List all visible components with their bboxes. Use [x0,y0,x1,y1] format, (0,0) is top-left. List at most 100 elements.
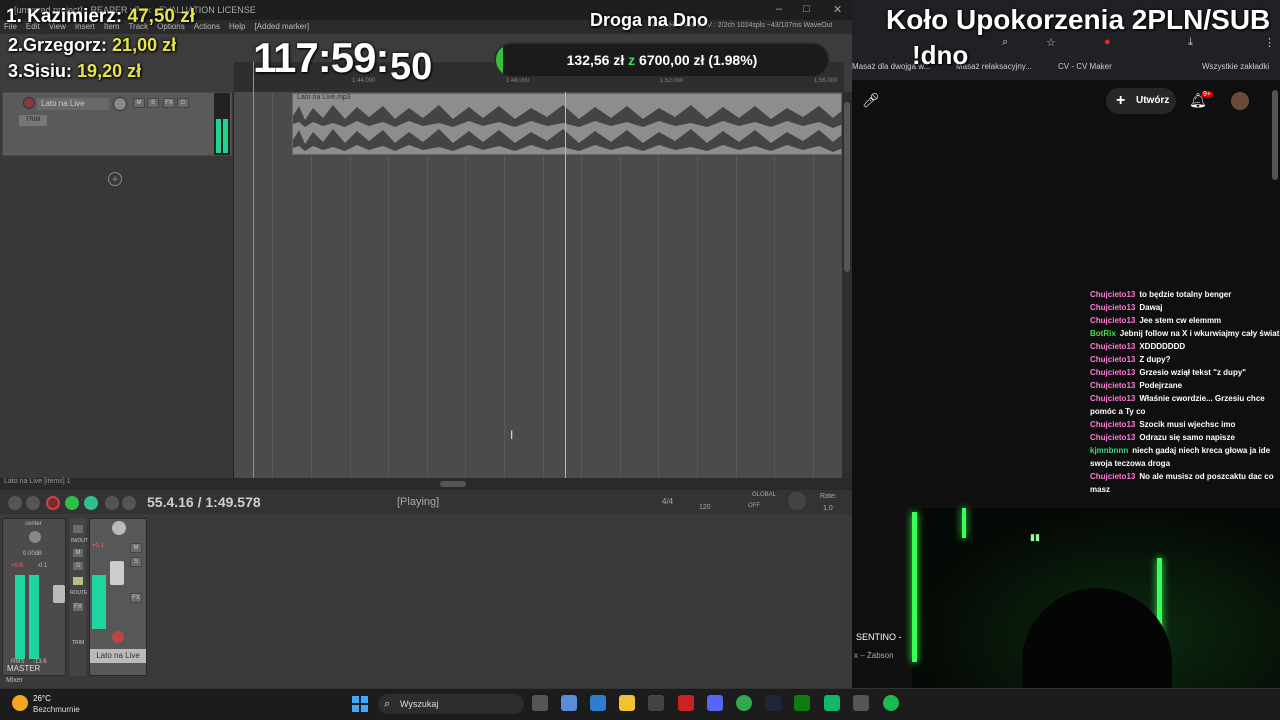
global-off[interactable]: OFF [748,503,760,509]
chat-message: Chujcieto13 Szocik musi wjechsc imo [1090,418,1280,431]
chat-text: to będzie totalny benger [1139,290,1232,299]
track-rec-arm[interactable] [112,631,124,643]
steam-icon[interactable] [765,695,781,711]
chat-text: Jebnij follow na X i wkurwiajmy cały świ… [1119,329,1280,338]
weather-description[interactable]: Bezchmurnie [33,705,80,714]
master-mute-button[interactable]: M [72,548,84,558]
leader-name: 1. Kazimierz: [6,6,123,27]
spotify-icon[interactable] [883,695,899,711]
master-fx-button[interactable]: FX [72,602,84,612]
solo-button[interactable]: S [147,98,159,108]
chat-message: Chujcieto13 XDDDDDDD [1090,340,1280,353]
master-io-button[interactable] [72,524,84,534]
chat-username: Chujcieto13 [1090,316,1136,325]
master-meter-left [15,575,25,659]
wheel-goal-title: Koło Upokorzenia 2PLN/SUB [886,4,1271,35]
master-label: MASTER [7,664,41,673]
chat-text: Z dupy? [1139,355,1171,364]
store-icon[interactable] [590,695,606,711]
bookmark[interactable]: CV - CV Maker [1058,62,1112,71]
track-fx-button[interactable]: FX [130,593,142,603]
discord-icon[interactable] [707,695,723,711]
track-name[interactable]: Lato na Live [37,98,109,110]
avatar[interactable] [1231,92,1249,110]
time-position[interactable]: 55.4.16 / 1:49.578 [147,494,261,510]
chat-username: Chujcieto13 [1090,303,1136,312]
vertical-scrollbar[interactable] [842,92,852,478]
items-label: Lato na Live [items] 1 [4,478,71,485]
file-explorer-icon[interactable] [619,695,635,711]
record-button[interactable] [46,496,60,510]
track-fader[interactable] [110,561,124,585]
menu-icon[interactable]: ⋮ [1264,36,1275,49]
record-arm-button[interactable] [23,97,35,109]
page-scrollbar[interactable] [1272,90,1278,180]
track-mute-button[interactable]: M [130,543,142,553]
chat-text: Szocik musi wjechsc imo [1139,420,1236,429]
download-icon[interactable]: ⤓ [1188,36,1193,49]
master-pan-knob[interactable] [29,531,41,543]
search-placeholder: Wyszukaj [400,699,439,709]
track-header[interactable]: Lato na Live M S FX ⏻ TRIM [2,92,232,156]
taskbar [0,688,1280,720]
horizontal-scrollbar[interactable]: Lato na Live [items] 1 [0,478,852,490]
donation-goal: 6700,00 zł [639,52,705,68]
extension-icon[interactable]: ● [1104,36,1111,48]
windows-start-icon[interactable] [352,696,368,712]
bookmark-all[interactable]: Wszystkie zakładki [1202,62,1269,71]
app-icon[interactable] [648,695,664,711]
master-solo-button[interactable]: S [72,561,84,571]
chrome-icon[interactable] [736,695,752,711]
menu-last-action: [Added marker] [254,22,310,31]
time-signature[interactable]: 4/4 [662,497,673,506]
play-button[interactable] [65,496,79,510]
close-icon[interactable]: ✕ [833,3,842,16]
master-route-icon[interactable] [72,576,84,586]
weather-sun-icon[interactable] [12,695,28,711]
maximize-icon[interactable]: □ [803,3,810,15]
taskbar-search[interactable]: ⌕ Wyszukaj [378,694,524,714]
lastpass-icon[interactable] [678,695,694,711]
mute-button[interactable]: M [133,98,145,108]
app-icon[interactable] [824,695,840,711]
playrate-knob[interactable] [788,492,806,510]
copilot-icon[interactable] [561,695,577,711]
star-icon[interactable]: ☆ [1046,36,1056,49]
playhead[interactable] [565,92,566,478]
track-solo-button[interactable]: S [130,557,142,567]
xbox-icon[interactable] [794,695,810,711]
create-button[interactable]: + Utwórz [1106,88,1176,114]
pause-button[interactable] [122,496,136,510]
volume-knob[interactable] [113,97,127,111]
task-view-icon[interactable] [532,695,548,711]
fx-button[interactable]: FX [163,98,175,108]
phase-button[interactable]: ⏻ [177,98,189,108]
mixer-tab[interactable]: Mixer [6,677,23,684]
rewind-icon[interactable] [26,496,40,510]
chat-message: Chujcieto13 Grzesio wziął tekst "z dupy" [1090,366,1280,379]
zoom-icon[interactable]: ⌕ [1002,36,1008,49]
tempo[interactable]: 120 [699,504,711,511]
rate-value[interactable]: 1.0 [823,505,833,512]
weather-temperature[interactable]: 26°C [33,694,51,703]
chat-username: kjmnbnnn [1090,446,1129,455]
create-label: Utwórz [1136,95,1170,106]
add-track-icon[interactable]: + [108,172,122,186]
minimize-icon[interactable]: – [776,3,782,15]
track-strip-name[interactable]: Lato na Live [90,649,146,663]
repeat-icon[interactable] [84,496,98,510]
menu-actions[interactable]: Actions [194,20,220,34]
go-to-start-icon[interactable] [8,496,22,510]
media-item[interactable]: Lato na Live.mp3 [292,93,843,155]
trim-button[interactable]: TRIM [19,115,47,126]
donation-of: z [628,52,636,68]
track-pan-knob[interactable] [112,521,126,535]
chat-text: Odrazu się samo napisze [1139,433,1235,442]
microphone-icon[interactable]: 🎤︎ [862,92,880,109]
master-fader[interactable] [53,585,65,603]
track-strip: +0.1 M S FX Lato na Live [89,518,147,676]
reaper-icon[interactable] [853,695,869,711]
chat-username: Chujcieto13 [1090,420,1136,429]
stop-button[interactable] [105,496,119,510]
menu-help[interactable]: Help [229,20,245,34]
